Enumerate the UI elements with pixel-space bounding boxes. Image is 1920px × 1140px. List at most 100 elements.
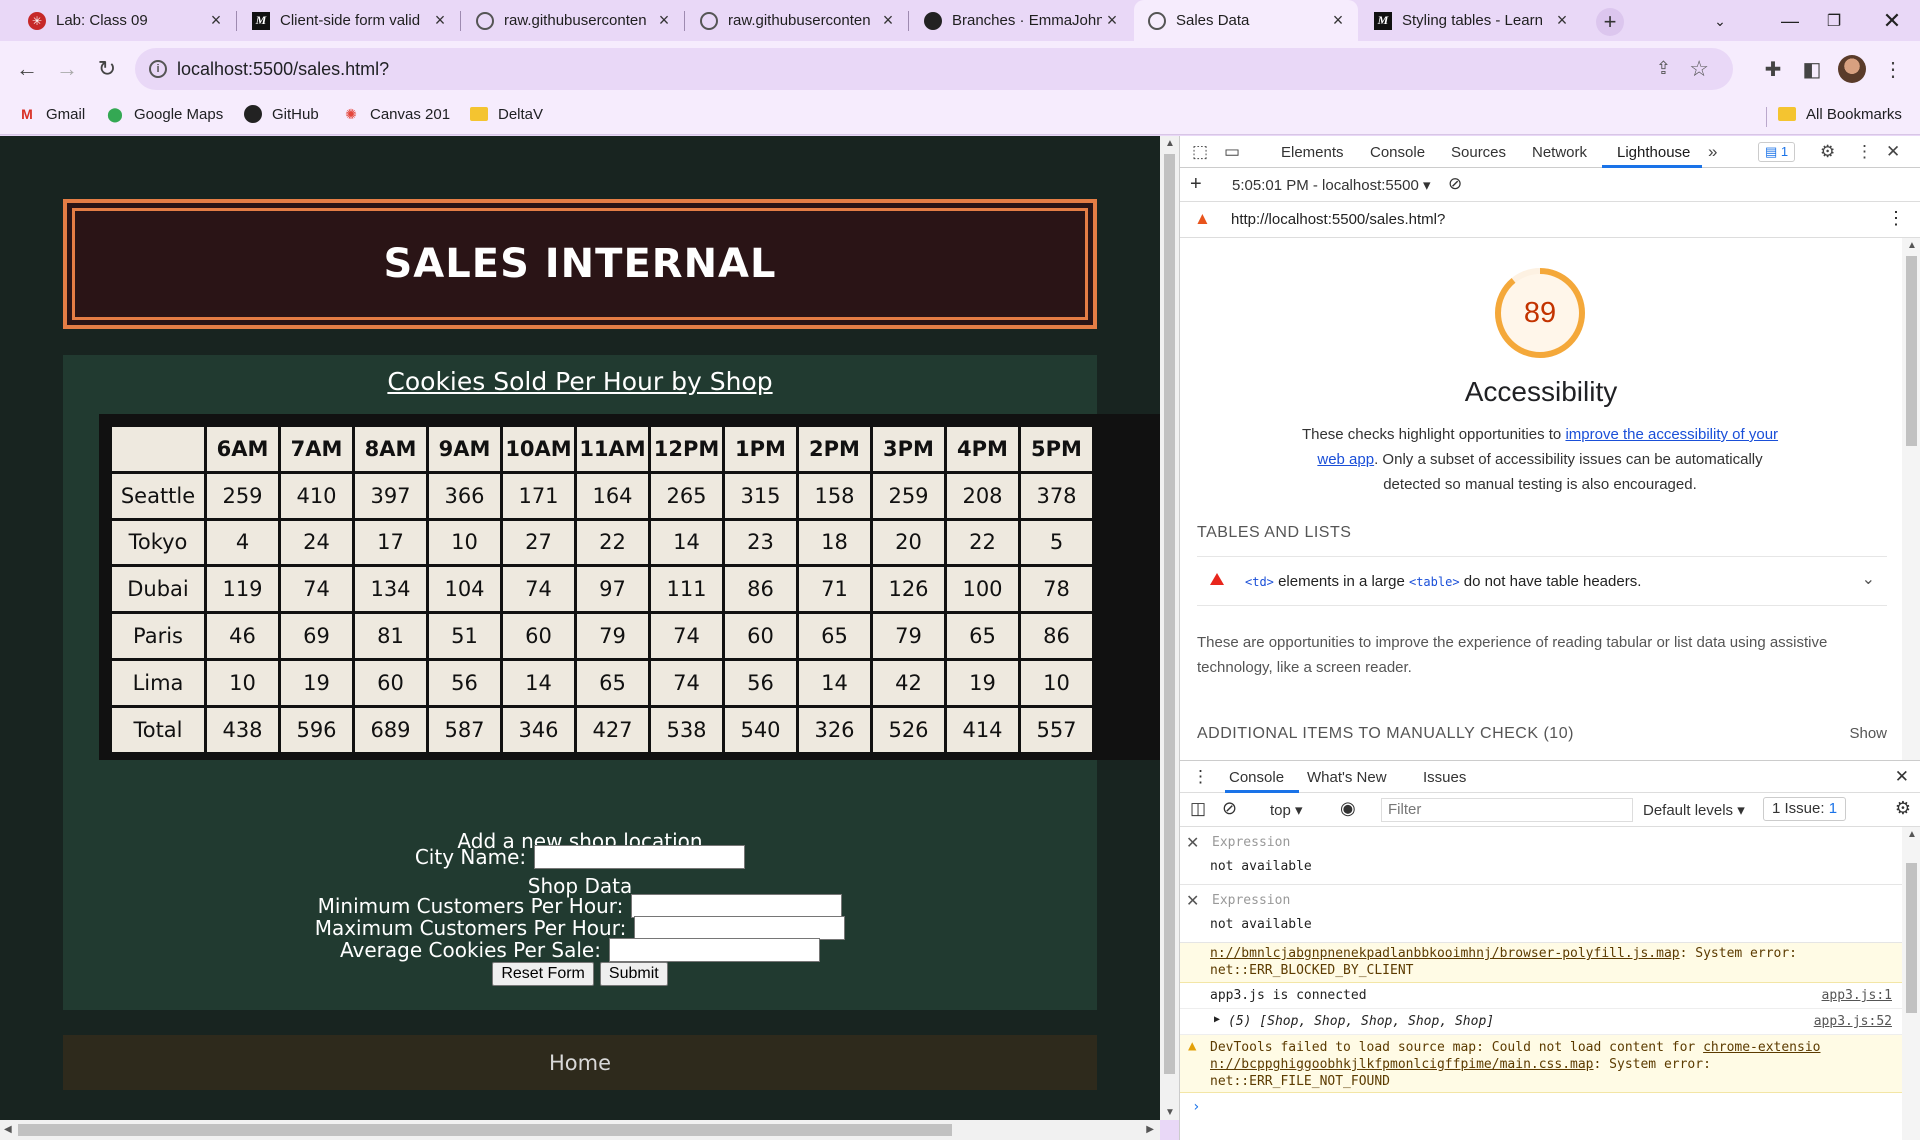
console-settings-gear-icon[interactable]: ⚙ (1895, 798, 1911, 819)
remove-expression-icon[interactable]: ✕ (1186, 891, 1199, 911)
console-issues-button[interactable]: 1 Issue: 1 (1763, 797, 1847, 821)
close-icon[interactable]: × (1552, 10, 1572, 31)
city-name-input[interactable] (534, 845, 746, 869)
scrollbar-thumb[interactable] (1906, 256, 1917, 446)
drawer-tab-whats-new[interactable]: What's New (1307, 769, 1387, 786)
max-customers-input[interactable] (634, 916, 846, 940)
close-icon[interactable]: × (1328, 10, 1348, 31)
avg-cookies-input[interactable] (608, 938, 820, 962)
scrollbar-thumb[interactable] (1906, 863, 1917, 1013)
new-report-plus-icon[interactable]: + (1190, 173, 1202, 196)
tab-client-side-form[interactable]: M Client-side form valid × (238, 0, 460, 41)
tab-raw-github-2[interactable]: raw.githubuserconten × (686, 0, 908, 41)
bookmark-star-icon[interactable]: ☆ (1689, 56, 1709, 82)
close-icon[interactable]: × (878, 10, 898, 31)
context-selector[interactable]: top ▾ (1270, 801, 1303, 819)
bookmark-deltav[interactable]: DeltaV (470, 105, 543, 123)
window-close-icon[interactable]: ✕ (1872, 6, 1912, 36)
scroll-up-arrow-icon[interactable]: ▲ (1907, 829, 1917, 840)
inspect-element-icon[interactable]: ⬚ (1192, 142, 1208, 162)
share-icon[interactable]: ⇪ (1656, 58, 1671, 79)
console-scrollbar[interactable]: ▲ (1902, 827, 1920, 1140)
issues-badge[interactable]: ▤ 1 (1758, 142, 1796, 162)
drawer-close-icon[interactable]: ✕ (1895, 767, 1909, 787)
home-link[interactable]: Home (549, 1051, 611, 1075)
bookmark-canvas[interactable]: ✺ Canvas 201 (342, 105, 450, 123)
report-menu-icon[interactable]: ⋮ (1887, 208, 1905, 229)
menu-kebab-icon[interactable]: ⋮ (1878, 54, 1908, 84)
devtools-tab-console[interactable]: Console (1370, 144, 1425, 161)
forward-icon[interactable]: → (52, 54, 82, 84)
site-info-icon[interactable]: i (149, 60, 167, 78)
source-map-link[interactable]: chrome-extensio (1703, 1040, 1820, 1055)
tab-sales-data[interactable]: Sales Data × (1134, 0, 1358, 41)
expression-label[interactable]: Expression (1212, 893, 1290, 908)
log-levels-dropdown[interactable]: Default levels ▾ (1643, 801, 1745, 819)
drawer-tab-issues[interactable]: Issues (1423, 769, 1466, 786)
reset-form-button[interactable]: Reset Form (492, 962, 594, 986)
devtools-menu-icon[interactable]: ⋮ (1856, 142, 1873, 162)
scroll-right-arrow-icon[interactable]: ▶ (1146, 1124, 1154, 1135)
expand-triangle-icon[interactable]: ▶ (1214, 1014, 1220, 1025)
all-bookmarks[interactable]: All Bookmarks (1778, 105, 1902, 123)
console-filter-input[interactable]: Filter (1381, 798, 1633, 822)
settings-gear-icon[interactable]: ⚙ (1820, 142, 1835, 162)
profile-avatar[interactable] (1838, 55, 1866, 83)
tab-styling-tables[interactable]: M Styling tables - Learn × (1360, 0, 1582, 41)
scrollbar-thumb[interactable] (1164, 154, 1175, 1074)
tab-raw-github-1[interactable]: raw.githubuserconten × (462, 0, 684, 41)
bookmark-github[interactable]: GitHub (244, 105, 319, 123)
close-icon[interactable]: × (430, 10, 450, 31)
reload-icon[interactable]: ↻ (92, 54, 122, 84)
scroll-down-arrow-icon[interactable]: ▼ (1165, 1107, 1175, 1118)
console-log-message[interactable]: ▶ (5) [Shop, Shop, Shop, Shop, Shop] app… (1180, 1009, 1902, 1035)
tab-branches[interactable]: Branches · EmmaJohn × (910, 0, 1132, 41)
scrollbar-thumb[interactable] (18, 1124, 952, 1136)
min-customers-input[interactable] (631, 894, 843, 918)
audit-td-headers[interactable]: <td> elements in a large <table> do not … (1197, 556, 1887, 606)
extensions-icon[interactable]: ✚ (1758, 54, 1788, 84)
source-map-link[interactable]: n://bmnlcjabgnpnenekpadlanbbkooimhnj/bro… (1210, 946, 1680, 961)
page-vertical-scrollbar[interactable]: ▲ ▼ (1160, 136, 1179, 1120)
scroll-left-arrow-icon[interactable]: ◀ (4, 1124, 12, 1135)
device-toolbar-icon[interactable]: ▭ (1224, 142, 1240, 162)
back-icon[interactable]: ← (12, 54, 42, 84)
devtools-tab-elements[interactable]: Elements (1281, 144, 1344, 161)
expression-label[interactable]: Expression (1212, 835, 1290, 850)
drawer-menu-icon[interactable]: ⋮ (1192, 767, 1209, 787)
devtools-tab-lighthouse[interactable]: Lighthouse (1617, 144, 1690, 161)
scroll-up-arrow-icon[interactable]: ▲ (1907, 240, 1917, 251)
submit-button[interactable]: Submit (599, 962, 668, 986)
address-bar[interactable]: i localhost:5500/sales.html? ⇪ ☆ (135, 48, 1733, 90)
source-map-link[interactable]: n://bcppghiggoobhkjlkfpmonlcigffpime/mai… (1210, 1057, 1594, 1072)
expand-chevron-icon[interactable]: ⌄ (1862, 569, 1875, 589)
manual-checks-header[interactable]: ADDITIONAL ITEMS TO MANUALLY CHECK (10) … (1197, 725, 1887, 743)
drawer-tab-console[interactable]: Console (1229, 769, 1284, 786)
bookmark-google-maps[interactable]: ⬤ Google Maps (106, 105, 223, 123)
report-selector[interactable]: 5:05:01 PM - localhost:5500 ▾ (1232, 176, 1431, 194)
devtools-tab-network[interactable]: Network (1532, 144, 1587, 161)
page-horizontal-scrollbar[interactable]: ◀ ▶ (0, 1120, 1160, 1140)
more-tabs-icon[interactable]: » (1708, 142, 1717, 162)
console-prompt-icon[interactable]: › (1192, 1099, 1200, 1115)
sidebar-toggle-icon[interactable]: ◫ (1190, 799, 1206, 819)
tab-lab[interactable]: ✳ Lab: Class 09 × (14, 0, 236, 41)
show-manual-checks-button[interactable]: Show (1849, 725, 1887, 742)
minimize-icon[interactable]: — (1770, 6, 1810, 36)
remove-expression-icon[interactable]: ✕ (1186, 833, 1199, 853)
restore-icon[interactable]: ❐ (1814, 6, 1854, 36)
clear-console-icon[interactable]: ⊘ (1222, 798, 1237, 819)
log-source-link[interactable]: app3.js:1 (1822, 988, 1892, 1003)
clear-reports-icon[interactable]: ⊘ (1448, 174, 1462, 194)
devtools-tab-sources[interactable]: Sources (1451, 144, 1506, 161)
close-icon[interactable]: × (1102, 10, 1122, 31)
live-expression-eye-icon[interactable]: ◉ (1340, 798, 1356, 819)
side-panel-icon[interactable]: ◧ (1797, 54, 1827, 84)
close-icon[interactable]: × (654, 10, 674, 31)
scroll-up-arrow-icon[interactable]: ▲ (1165, 138, 1175, 149)
new-tab-button[interactable]: + (1596, 8, 1624, 36)
url-text[interactable]: localhost:5500/sales.html? (177, 59, 389, 80)
tab-search-chevron-icon[interactable]: ⌄ (1700, 6, 1740, 36)
devtools-close-icon[interactable]: ✕ (1886, 142, 1900, 162)
close-icon[interactable]: × (206, 10, 226, 31)
